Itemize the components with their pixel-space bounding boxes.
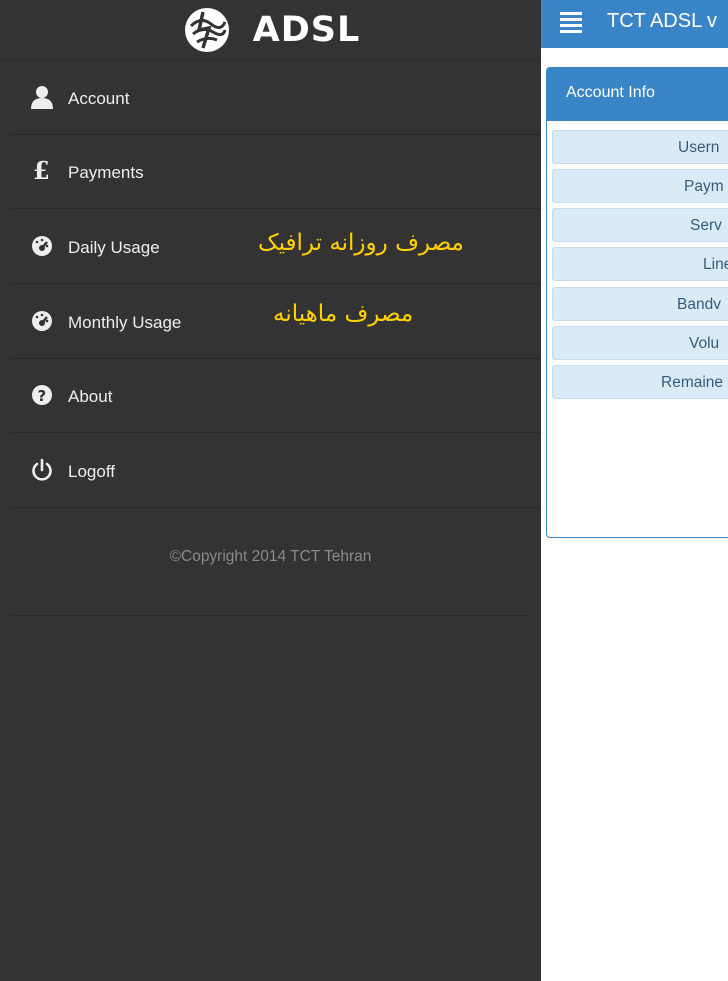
menu-item-payments[interactable]: £ Payments	[11, 135, 541, 209]
field-line: Line	[552, 247, 728, 281]
app-root: ADSL Account £ Payments Daily Usage Mont…	[0, 0, 728, 981]
field-service: Serv	[552, 208, 728, 242]
gauge-icon	[32, 311, 52, 331]
app-title: TCT ADSL v	[607, 10, 718, 32]
copyright-section: ©Copyright 2014 TCT Tehran	[11, 510, 530, 616]
menu-item-account[interactable]: Account	[11, 61, 541, 135]
svg-text:?: ?	[38, 387, 47, 405]
field-label: Bandv	[677, 296, 721, 313]
card-title: Account Info	[566, 84, 655, 101]
field-bandwidth: Bandv	[552, 287, 728, 321]
menu-item-label: Account	[68, 89, 130, 108]
menu-item-label: About	[68, 387, 113, 406]
field-label: Serv	[690, 217, 722, 234]
hamburger-menu-icon[interactable]	[560, 11, 582, 33]
field-username: Usern	[552, 130, 728, 164]
svg-text:£: £	[33, 159, 50, 183]
gauge-icon	[32, 236, 52, 256]
pound-icon: £	[33, 159, 50, 183]
drawer-brand: ADSL	[0, 0, 541, 60]
field-label: Remaine	[661, 374, 724, 391]
field-label: Paym	[684, 178, 724, 195]
field-label: Usern	[678, 139, 720, 156]
menu-item-label: Monthly Usage	[68, 313, 182, 332]
copyright-text: ©Copyright 2014 TCT Tehran	[169, 548, 372, 565]
menu-item-label: Logoff	[68, 462, 115, 481]
adsl-logo-icon	[184, 7, 229, 52]
app-bar: TCT ADSL v	[541, 0, 728, 48]
question-icon: ?	[32, 385, 52, 405]
menu-item-about[interactable]: ? About	[11, 359, 541, 433]
monthly-usage-annotation: مصرف ماهیانه	[273, 301, 414, 327]
navigation-drawer: ADSL Account £ Payments Daily Usage Mont…	[0, 0, 541, 981]
daily-usage-annotation: مصرف روزانه ترافیک	[258, 230, 464, 256]
field-label: Line	[703, 256, 728, 273]
power-icon	[32, 458, 52, 481]
field-remaining: Remaine	[552, 365, 728, 399]
user-icon	[31, 86, 53, 109]
main-panel: TCT ADSL v Account Info Usern Paym Serv …	[541, 0, 728, 981]
field-volume: Volu	[552, 326, 728, 360]
menu-item-logoff[interactable]: Logoff	[11, 434, 541, 508]
card-header: Account Info	[547, 68, 728, 121]
menu-item-label: Daily Usage	[68, 238, 160, 257]
field-payment: Paym	[552, 169, 728, 203]
brand-name: ADSL	[252, 9, 361, 50]
field-label: Volu	[689, 335, 720, 352]
menu-item-label: Payments	[68, 163, 144, 182]
